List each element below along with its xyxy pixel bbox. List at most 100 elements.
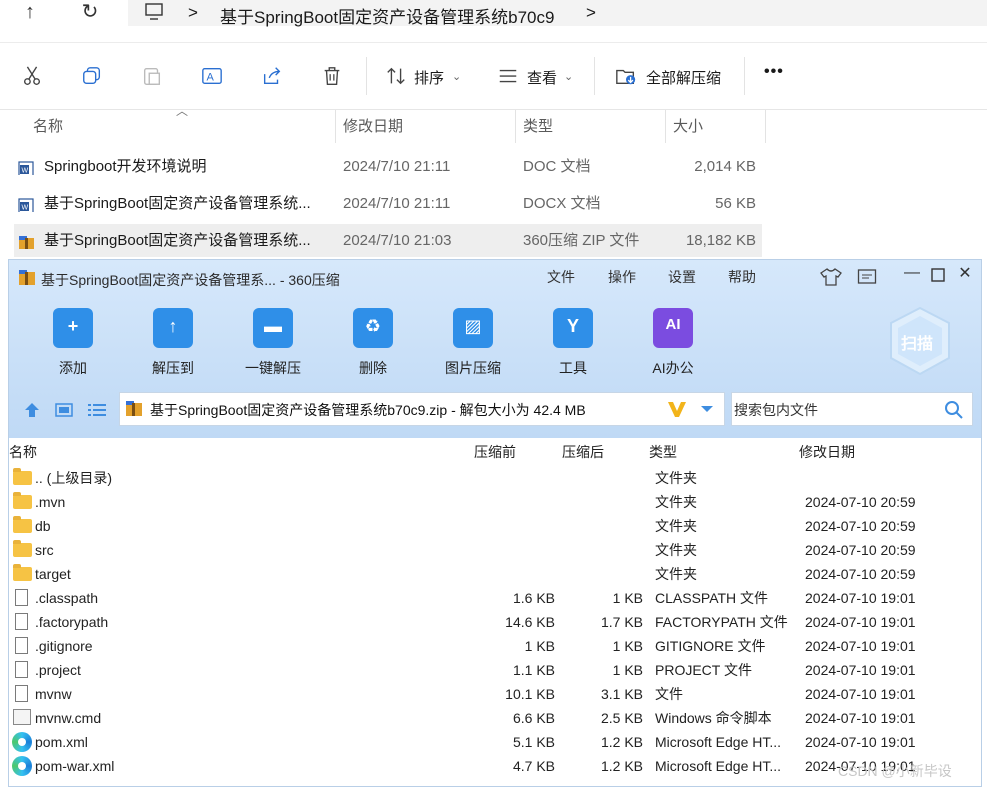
file-icon [15,661,28,678]
action-tools[interactable]: Y 工具 [533,308,613,378]
archive-date: 2024-07-10 19:01 [805,638,916,654]
column-name[interactable]: 名称 [33,110,63,143]
archive-row[interactable]: .. (上级目录) 文件夹 [9,466,981,490]
zip-column-name[interactable]: 名称 [9,440,37,464]
menu-settings[interactable]: 设置 [668,267,696,287]
file-size: 18,182 KB [685,232,756,249]
file-name: 基于SpringBoot固定资产设备管理系统... [44,232,311,249]
column-date[interactable]: 修改日期 [343,110,403,143]
paste-icon[interactable] [140,65,164,87]
breadcrumb-separator[interactable]: > [188,3,198,23]
zip-archive-icon [18,232,34,249]
share-icon[interactable] [260,65,284,87]
file-size: 2,014 KB [694,158,756,175]
archive-before: 6.6 KB [512,710,555,726]
archive-name: .mvn [35,494,66,510]
skin-shirt-icon[interactable] [820,267,842,287]
file-row[interactable]: W 基于SpringBoot固定资产设备管理系统... 2024/7/10 21:1… [14,187,762,220]
zip-column-after[interactable]: 压缩后 [562,440,604,464]
column-type[interactable]: 类型 [523,110,553,143]
archive-row[interactable]: .classpath 1.6 KB 1 KB CLASSPATH 文件 2024-07-… [9,586,981,610]
file-row[interactable]: 基于SpringBoot固定资产设备管理系统... 2024/7/10 21:03… [14,224,762,257]
menu-file[interactable]: 文件 [547,267,575,287]
archive-before: 1.1 KB [512,662,555,678]
maximize-icon[interactable] [931,268,945,282]
action-add[interactable]: + 添加 [33,308,113,378]
copy-icon[interactable] [80,65,104,87]
action-image-compress[interactable]: ▨ 图片压缩 [433,308,513,378]
archive-row[interactable]: db 文件夹 2024-07-10 20:59 [9,514,981,538]
archive-search-field[interactable]: 搜索包内文件 [731,392,973,426]
file-row[interactable]: W Springboot开发环境说明 2024/7/10 21:11 DOC 文档 2,… [14,150,762,183]
sort-icon[interactable] [384,65,408,87]
cut-icon[interactable] [20,65,44,87]
zip-column-type[interactable]: 类型 [649,440,677,464]
file-icon [15,685,28,702]
archive-row[interactable]: .mvn 文件夹 2024-07-10 20:59 [9,490,981,514]
view-icon[interactable] [496,65,520,87]
search-icon[interactable] [944,400,964,420]
v-badge-icon[interactable] [666,399,688,419]
archive-row[interactable]: pom-war.xml 4.7 KB 1.2 KB Microsoft Edge HT… [9,754,981,778]
archive-date: 2024-07-10 20:59 [805,494,916,510]
breadcrumb-folder[interactable]: 基于SpringBoot固定资产设备管理系统b70c9 [220,3,554,28]
action-delete[interactable]: ♻ 删除 [333,308,413,378]
action-ai-office[interactable]: AI AI办公 [633,308,713,378]
feedback-icon[interactable] [857,268,877,286]
close-icon[interactable]: ✕ [954,263,976,283]
archive-row[interactable]: pom.xml 5.1 KB 1.2 KB Microsoft Edge HT... 2… [9,730,981,754]
archive-row[interactable]: mvnw.cmd 6.6 KB 2.5 KB Windows 命令脚本 2024-07-… [9,706,981,730]
address-box[interactable]: > 基于SpringBoot固定资产设备管理系统b70c9 > [128,0,987,28]
up-arrow-icon[interactable]: ↑ [12,0,48,26]
list-view-icon[interactable] [87,402,107,418]
menu-operation[interactable]: 操作 [608,267,636,287]
delete-icon[interactable] [320,65,344,87]
dropdown-arrow-icon[interactable] [700,405,714,413]
archive-path-field[interactable]: 基于SpringBoot固定资产设备管理系统b70c9.zip - 解包大小为 … [119,392,725,426]
archive-date: 2024-07-10 19:01 [805,710,916,726]
zip-column-date[interactable]: 修改日期 [799,440,855,464]
extract-all-icon[interactable] [614,65,638,87]
scan-badge[interactable]: 扫描 [887,306,953,376]
file-icon [15,589,28,606]
archive-name: .gitignore [35,638,93,654]
edge-file-icon [12,756,32,776]
archive-name: .. (上级目录) [35,470,112,486]
extract-to-icon: ↑ [153,308,193,348]
extract-all-button[interactable]: 全部解压缩 [646,67,721,88]
rename-icon[interactable]: A [200,65,224,87]
action-extract-to[interactable]: ↑ 解压到 [133,308,213,378]
file-type: DOC 文档 [523,158,591,175]
archive-row[interactable]: target 文件夹 2024-07-10 20:59 [9,562,981,586]
column-size[interactable]: 大小 [673,110,703,143]
archive-name: pom.xml [35,734,88,750]
refresh-icon[interactable]: ↻ [72,0,108,26]
action-one-click-extract[interactable]: ▬ 一键解压 [233,308,313,378]
archive-after: 1 KB [612,662,643,678]
archive-name: mvnw [35,686,72,702]
zip-column-before[interactable]: 压缩前 [474,440,516,464]
archive-date: 2024-07-10 20:59 [805,542,916,558]
action-label: 解压到 [152,360,194,376]
minimize-icon[interactable]: — [901,264,923,282]
view-button[interactable]: 查看 [527,67,557,88]
archive-row[interactable]: src 文件夹 2024-07-10 20:59 [9,538,981,562]
archive-row[interactable]: .factorypath 14.6 KB 1.7 KB FACTORYPATH 文件 2… [9,610,981,634]
archive-row[interactable]: .project 1.1 KB 1 KB PROJECT 文件 2024-07-10 1… [9,658,981,682]
archive-row[interactable]: .gitignore 1 KB 1 KB GITIGNORE 文件 2024-07-10… [9,634,981,658]
breadcrumb-chevron[interactable]: > [586,3,596,23]
sort-button[interactable]: 排序 [414,67,444,88]
up-level-icon[interactable] [23,402,41,418]
archive-after: 1 KB [612,638,643,654]
thumbnail-view-icon[interactable] [55,402,73,418]
chevron-down-icon[interactable]: ⌄ [452,70,461,83]
file-icon [15,637,28,654]
action-label: 图片压缩 [445,360,501,376]
menu-help[interactable]: 帮助 [728,267,756,287]
cmd-script-icon [13,709,31,725]
zip-app-icon [19,270,35,285]
more-options-button[interactable]: ••• [764,63,784,81]
chevron-down-icon[interactable]: ⌄ [564,70,573,83]
archive-path-text: 基于SpringBoot固定资产设备管理系统b70c9.zip - 解包大小为 … [150,402,586,418]
archive-row[interactable]: mvnw 10.1 KB 3.1 KB 文件 2024-07-10 19:01 [9,682,981,706]
